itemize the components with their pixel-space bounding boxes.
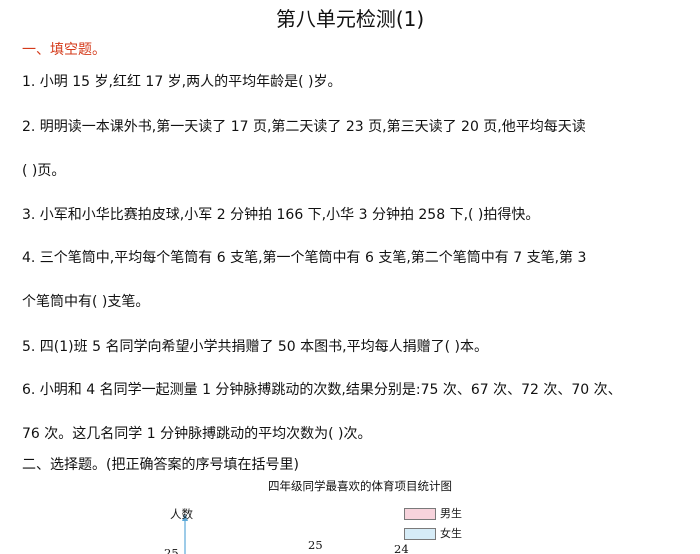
question-4: 4. 三个笔筒中,平均每个笔筒有 6 支笔,第一个笔筒中有 6 支笔,第二个笔筒… [22,250,587,266]
y-axis-label: 人数 [170,507,193,521]
data-label: 25 [308,538,323,552]
question-1: 1. 小明 15 岁,红红 17 岁,两人的平均年龄是( )岁。 [22,74,342,90]
question-2-cont: ( )页。 [22,163,66,179]
worksheet-page: 第八单元检测(1) 一、填空题。 1. 小明 15 岁,红红 17 岁,两人的平… [0,0,700,554]
data-label: 24 [394,542,409,554]
legend-swatch-girls [404,528,436,540]
legend-swatch-boys [404,508,436,520]
question-4-cont: 个笔筒中有( )支笔。 [22,294,150,310]
legend-label-boys: 男生 [440,507,462,520]
question-3: 3. 小军和小华比赛拍皮球,小军 2 分钟拍 166 下,小华 3 分钟拍 25… [22,207,540,223]
page-title: 第八单元检测(1) [275,7,425,31]
question-6-cont: 76 次。这几名同学 1 分钟脉搏跳动的平均次数为( )次。 [22,426,372,442]
question-2: 2. 明明读一本课外书,第一天读了 17 页,第二天读了 23 页,第三天读了 … [22,119,586,135]
chart-axis-layer [182,514,188,554]
legend-label-girls: 女生 [440,527,462,540]
sports-bar-chart: 四年级同学最喜欢的体育项目统计图 人数 男生 女生 25 25 24 [150,478,570,554]
section-fill-blank-heading: 一、填空题。 [22,42,106,58]
data-label: 25 [164,546,179,554]
question-6: 6. 小明和 4 名同学一起测量 1 分钟脉搏跳动的次数,结果分别是:75 次、… [22,382,622,398]
section-choice-heading: 二、选择题。(把正确答案的序号填在括号里) [22,457,299,473]
question-5: 5. 四(1)班 5 名同学向希望小学共捐赠了 50 本图书,平均每人捐赠了( … [22,339,488,355]
